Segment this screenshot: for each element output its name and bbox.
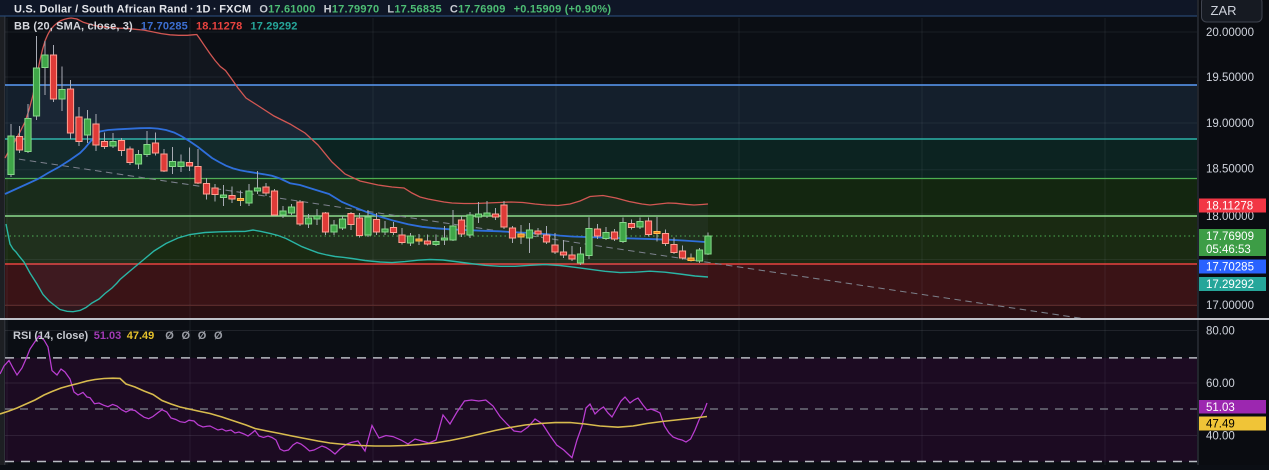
svg-text:17.76909: 17.76909 xyxy=(1206,231,1254,243)
svg-text:80.00: 80.00 xyxy=(1206,326,1235,338)
svg-text:BB (20, SMA, close, 3) 17.702: BB (20, SMA, close, 3) 17.70285 18.11278… xyxy=(14,21,298,33)
svg-text:17.29292: 17.29292 xyxy=(1206,279,1254,291)
svg-text:18.11278: 18.11278 xyxy=(1206,201,1253,213)
svg-text:60.00: 60.00 xyxy=(1206,378,1235,390)
svg-text:47.49: 47.49 xyxy=(1206,419,1235,431)
svg-text:17.00000: 17.00000 xyxy=(1206,300,1254,312)
svg-text:40.00: 40.00 xyxy=(1206,431,1235,443)
svg-text:ZAR: ZAR xyxy=(1211,3,1237,18)
svg-text:51.03: 51.03 xyxy=(1206,402,1235,414)
svg-text:19.50000: 19.50000 xyxy=(1206,72,1254,84)
svg-text:18.50000: 18.50000 xyxy=(1206,164,1254,176)
svg-text:17.70285: 17.70285 xyxy=(1206,262,1254,274)
svg-text:RSI (14, close) 51.03 47.49 Ø: RSI (14, close) 51.03 47.49 Ø Ø Ø Ø xyxy=(13,330,223,342)
svg-text:18.00000: 18.00000 xyxy=(1206,211,1254,223)
svg-text:19.00000: 19.00000 xyxy=(1206,118,1254,130)
svg-text:05:46:53: 05:46:53 xyxy=(1206,244,1251,256)
svg-text:U.S. Dollar / South African Ra: U.S. Dollar / South African Rand · 1D · … xyxy=(14,4,611,16)
svg-text:20.00000: 20.00000 xyxy=(1206,27,1254,39)
